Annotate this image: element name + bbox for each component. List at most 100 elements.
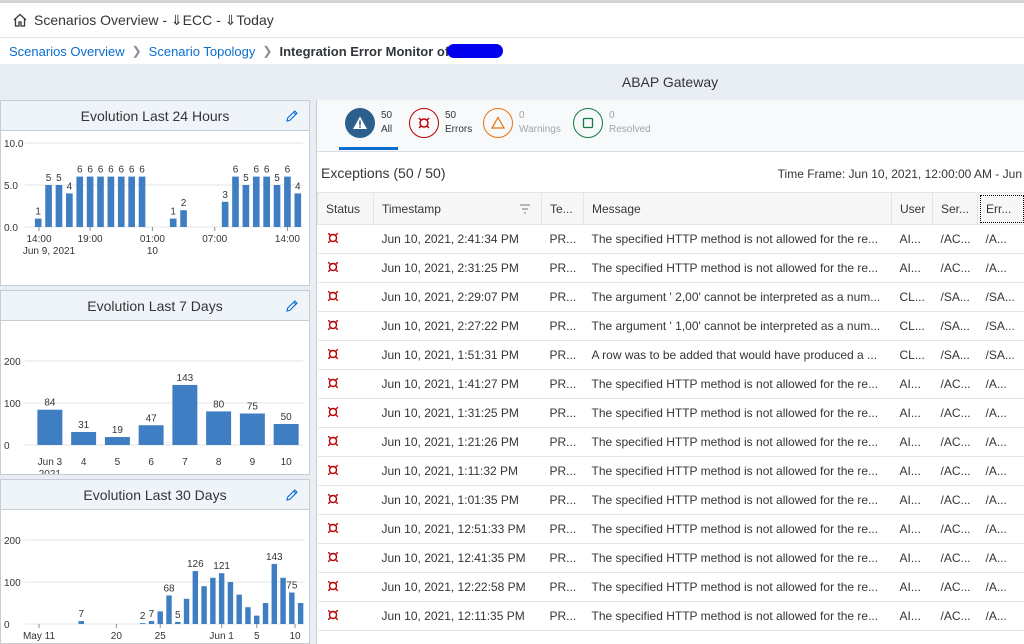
filter-errors[interactable]: 50 Errors [409,108,472,138]
cell-message: The specified HTTP method is not allowed… [583,398,892,428]
data-label: 50 [281,412,293,423]
home-icon[interactable] [12,12,28,28]
table-row[interactable]: Jun 10, 2021, 1:11:32 PM PR... The specifi… [317,456,1024,486]
chart-bar[interactable] [297,603,304,624]
chart-bar[interactable] [221,201,229,227]
table-row[interactable]: Jun 10, 2021, 1:51:31 PM PR... A row was t… [317,340,1024,370]
table-row[interactable]: Jun 10, 2021, 12:11:35 PM PR... The specif… [317,601,1024,631]
warning-icon [483,108,513,138]
chart-bar[interactable] [218,573,225,624]
chart-bar[interactable] [37,409,63,445]
chart-bar[interactable] [128,176,135,227]
chart-bar[interactable] [273,185,281,227]
x-tick-label: 8 [216,457,222,468]
chart-bar[interactable] [45,185,52,227]
chart-bar[interactable] [169,218,177,227]
cell-te: PR... [541,282,584,312]
chart-bar[interactable] [236,594,242,624]
chart-bar[interactable] [252,176,260,227]
chart-bar[interactable] [117,176,125,227]
chart-bar[interactable] [242,185,250,227]
chart-bar[interactable] [139,623,146,624]
chart-bar[interactable] [71,431,97,445]
chart-bar[interactable] [138,425,164,445]
filter-icon[interactable] [519,204,531,214]
cell-user: AI... [891,485,933,515]
exceptions-title: Exceptions (50 / 50) [321,165,446,181]
chart-30d: 200100072768512612114375May 1120212025Ju… [4,536,305,642]
chart-bar[interactable] [76,176,84,227]
cell-user: AI... [891,572,933,602]
chart-bar[interactable] [107,176,115,227]
chart-bar[interactable] [138,176,146,227]
table-row[interactable]: Jun 10, 2021, 12:51:33 PM PR... The specif… [317,514,1024,544]
chart-bar[interactable] [34,218,42,227]
column-header-status[interactable]: Status [317,192,374,225]
chart-bar[interactable] [245,607,251,624]
pencil-icon[interactable] [285,488,299,502]
chart-bar[interactable] [206,411,232,445]
cell-user: AI... [891,456,933,486]
table-row[interactable]: Jun 10, 2021, 2:29:07 PM PR... The argumen… [317,282,1024,312]
breadcrumb-scenarios-overview[interactable]: Scenarios Overview [9,44,125,59]
chart-bar[interactable] [166,595,172,624]
chart-bar[interactable] [239,413,265,446]
table-row[interactable]: Jun 10, 2021, 1:31:25 PM PR... The specifi… [317,398,1024,428]
y-tick-label: 5.0 [4,181,18,192]
column-header-error[interactable]: Err... [977,192,1024,225]
cell-user: AI... [891,601,933,631]
table-row[interactable]: Jun 10, 2021, 12:41:35 PM PR... The specif… [317,543,1024,573]
table-row[interactable]: Jun 10, 2021, 2:27:22 PM PR... The argumen… [317,311,1024,341]
filter-all[interactable]: 50 All [338,108,399,150]
chart-bar[interactable] [284,176,291,227]
chart-bar[interactable] [172,384,198,445]
pencil-icon[interactable] [285,109,299,123]
chart-bar[interactable] [273,424,299,445]
table-row[interactable]: Jun 10, 2021, 2:31:25 PM PR... The specifi… [317,253,1024,283]
chart-bar[interactable] [271,563,278,624]
filter-resolved-count: 0 [609,110,615,121]
filter-resolved[interactable]: 0 Resolved [573,108,651,138]
breadcrumb-scenario-topology[interactable]: Scenario Topology [149,44,256,59]
table-row[interactable]: Jun 10, 2021, 12:22:58 PM PR... The specif… [317,572,1024,602]
chart-bar[interactable] [157,611,163,624]
x-tick-label: 5 [254,631,260,642]
table-row[interactable]: Jun 10, 2021, 1:01:35 PM PR... The specifi… [317,485,1024,515]
chart-bar[interactable] [192,571,199,624]
y-tick-label: 200 [4,357,21,368]
filter-warnings[interactable]: 0 Warnings [483,108,561,138]
pencil-icon[interactable] [285,299,299,313]
chart-bar[interactable] [210,577,216,624]
column-header-message[interactable]: Message [583,192,892,225]
chart-bar[interactable] [148,621,155,624]
chart-bar[interactable] [254,615,260,624]
chart-bar[interactable] [201,586,207,624]
table-row[interactable]: Jun 10, 2021, 1:41:27 PM PR... The specifi… [317,369,1024,399]
chart-bar[interactable] [289,592,295,625]
chart-bar[interactable] [227,582,234,624]
table-row[interactable]: Jun 10, 2021, 1:21:26 PM PR... The specifi… [317,427,1024,457]
chart-bar[interactable] [78,621,84,624]
column-header-te[interactable]: Te... [541,192,584,225]
chart-bar[interactable] [263,176,270,227]
column-header-service[interactable]: Ser... [932,192,978,225]
column-header-timestamp[interactable]: Timestamp [373,192,542,225]
chart-bar[interactable] [232,176,239,227]
chart-bar[interactable] [180,210,187,227]
chart-bar[interactable] [104,437,130,445]
cell-error: /SA... [977,282,1024,312]
chart-bar[interactable] [280,577,286,624]
x-tick-label: 14:00 [26,234,51,245]
x-tick-label: 6 [148,457,154,468]
chart-bar[interactable] [294,193,302,227]
chart-bar[interactable] [66,193,73,227]
column-header-user[interactable]: User [891,192,933,225]
chart-bar[interactable] [97,176,104,227]
cell-user: AI... [891,398,933,428]
chart-bar[interactable] [86,176,94,227]
chart-bar[interactable] [175,621,181,624]
chart-bar[interactable] [55,185,63,227]
chart-bar[interactable] [262,603,269,624]
table-row[interactable]: Jun 10, 2021, 2:41:34 PM PR... The specifi… [317,224,1024,254]
chart-bar[interactable] [183,598,190,624]
